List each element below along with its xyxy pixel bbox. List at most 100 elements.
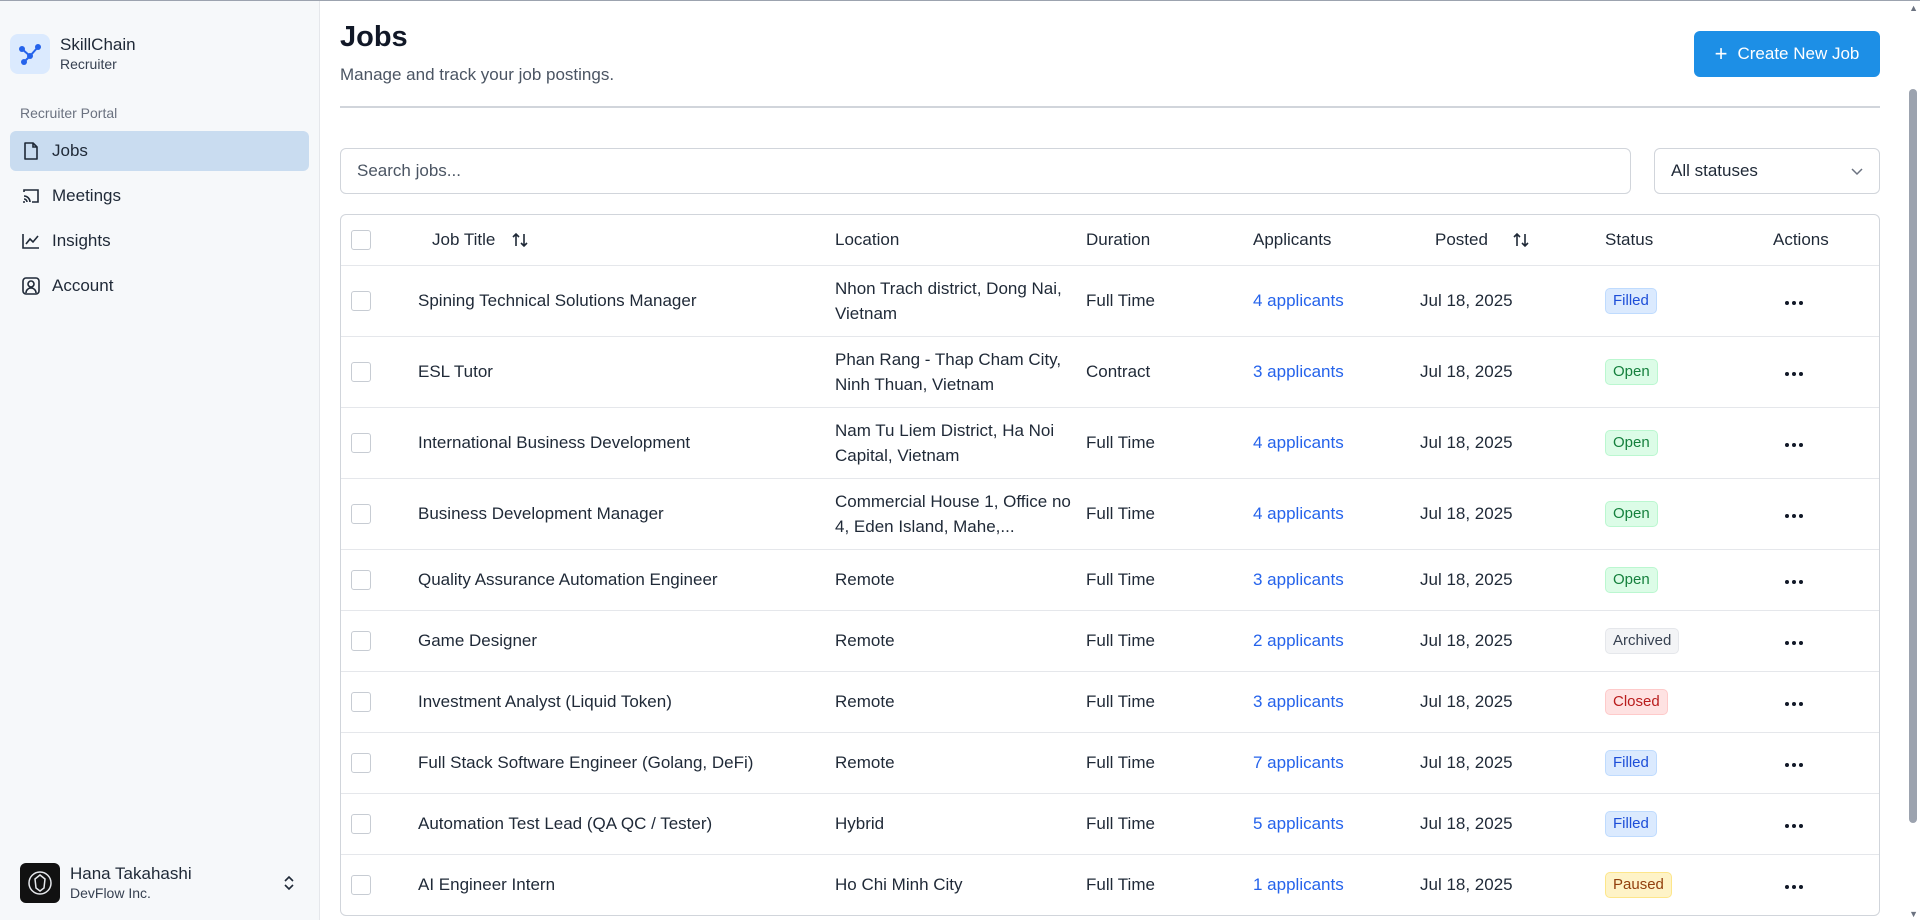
job-location: Remote <box>835 753 895 772</box>
scrollbar[interactable]: ▲ ▼ <box>1906 1 1920 920</box>
status-filter-select[interactable]: All statuses <box>1654 148 1880 194</box>
column-header-duration: Duration <box>1086 215 1253 266</box>
job-duration: Full Time <box>1086 732 1253 794</box>
applicants-link[interactable]: 5 applicants <box>1253 814 1344 833</box>
sidebar-item-label: Jobs <box>52 141 88 160</box>
table-row[interactable]: International Business Development Nam Tu… <box>341 407 1879 479</box>
applicants-link[interactable]: 3 applicants <box>1253 362 1344 381</box>
job-title[interactable]: ESL Tutor <box>418 362 493 381</box>
job-title[interactable]: Quality Assurance Automation Engineer <box>418 570 718 589</box>
job-title[interactable]: Game Designer <box>418 631 537 650</box>
create-new-job-button[interactable]: + Create New Job <box>1694 31 1880 77</box>
more-actions-icon[interactable] <box>1783 879 1805 895</box>
column-header-job-title[interactable]: Job Title <box>432 230 529 250</box>
row-checkbox[interactable] <box>351 874 371 895</box>
row-checkbox[interactable] <box>351 630 371 651</box>
page-subtitle: Manage and track your job postings. <box>340 65 615 84</box>
sidebar: SkillChain Recruiter Recruiter Portal Jo… <box>0 1 320 920</box>
job-location: Remote <box>835 631 895 650</box>
posted-date: Jul 18, 2025 <box>1420 336 1605 408</box>
sidebar-item-account[interactable]: Account <box>10 266 309 306</box>
status-badge: Filled <box>1605 287 1657 314</box>
more-actions-icon[interactable] <box>1783 295 1805 311</box>
chevron-up-down-icon[interactable] <box>279 871 299 895</box>
select-all-checkbox[interactable] <box>351 229 371 250</box>
applicants-link[interactable]: 3 applicants <box>1253 692 1344 711</box>
table-row[interactable]: Full Stack Software Engineer (Golang, De… <box>341 732 1879 794</box>
applicants-link[interactable]: 4 applicants <box>1253 291 1344 310</box>
job-title[interactable]: Business Development Manager <box>418 504 664 523</box>
more-actions-icon[interactable] <box>1783 696 1805 712</box>
sidebar-item-meetings[interactable]: Meetings <box>10 176 309 216</box>
job-title[interactable]: Investment Analyst (Liquid Token) <box>418 692 672 711</box>
more-actions-icon[interactable] <box>1783 508 1805 524</box>
posted-date: Jul 18, 2025 <box>1420 549 1605 611</box>
job-title[interactable]: Automation Test Lead (QA QC / Tester) <box>418 814 712 833</box>
applicants-link[interactable]: 3 applicants <box>1253 570 1344 589</box>
row-checkbox[interactable] <box>351 290 371 311</box>
filters-bar: All statuses <box>340 148 1880 194</box>
job-title[interactable]: AI Engineer Intern <box>418 875 555 894</box>
table-header-row: Job Title Location Duration Applicants P… <box>341 215 1879 266</box>
sort-icon <box>511 231 529 249</box>
row-checkbox[interactable] <box>351 691 371 712</box>
sidebar-item-label: Account <box>52 276 114 295</box>
cast-icon <box>22 187 40 205</box>
more-actions-icon[interactable] <box>1783 635 1805 651</box>
sidebar-item-label: Meetings <box>52 186 121 205</box>
applicants-link[interactable]: 2 applicants <box>1253 631 1344 650</box>
search-input[interactable] <box>340 148 1631 194</box>
row-checkbox[interactable] <box>351 813 371 834</box>
job-duration: Full Time <box>1086 671 1253 733</box>
brand-name: SkillChain <box>60 35 136 54</box>
job-location: Remote <box>835 692 895 711</box>
table-row[interactable]: Game Designer Remote Full Time 2 applicants… <box>341 610 1879 672</box>
plus-icon: + <box>1714 41 1728 66</box>
table-row[interactable]: Automation Test Lead (QA QC / Tester) Hyb… <box>341 793 1879 855</box>
scroll-down-icon[interactable]: ▼ <box>1909 909 1918 919</box>
row-checkbox[interactable] <box>351 361 371 382</box>
status-badge: Archived <box>1605 627 1680 654</box>
applicants-link[interactable]: 4 applicants <box>1253 504 1344 523</box>
scrollbar-thumb[interactable] <box>1909 89 1917 823</box>
user-org: DevFlow Inc. <box>70 885 151 901</box>
brand[interactable]: SkillChain Recruiter <box>0 1 319 87</box>
sidebar-section-label: Recruiter Portal <box>20 105 118 121</box>
more-actions-icon[interactable] <box>1783 818 1805 834</box>
posted-date: Jul 18, 2025 <box>1420 671 1605 733</box>
user-menu[interactable]: Hana Takahashi DevFlow Inc. <box>20 861 299 905</box>
scroll-up-icon[interactable]: ▲ <box>1909 3 1918 13</box>
row-checkbox[interactable] <box>351 569 371 590</box>
job-location: Nam Tu Liem District, Ha Noi Capital, Vi… <box>835 420 1055 465</box>
column-header-actions: Actions <box>1773 215 1879 266</box>
more-actions-icon[interactable] <box>1783 437 1805 453</box>
table-row[interactable]: Spining Technical Solutions Manager Nhon … <box>341 265 1879 337</box>
job-location: Commercial House 1, Office no 4, Eden Is… <box>835 491 1071 536</box>
job-title[interactable]: Spining Technical Solutions Manager <box>418 291 696 310</box>
applicants-link[interactable]: 4 applicants <box>1253 433 1344 452</box>
job-location: Hybrid <box>835 814 885 833</box>
job-title[interactable]: Full Stack Software Engineer (Golang, De… <box>418 753 753 772</box>
applicants-link[interactable]: 7 applicants <box>1253 753 1344 772</box>
table-row[interactable]: Business Development Manager Commercial H… <box>341 478 1879 550</box>
table-row[interactable]: AI Engineer Intern Ho Chi Minh City Full T… <box>341 854 1879 915</box>
job-title[interactable]: International Business Development <box>418 433 690 452</box>
job-duration: Full Time <box>1086 265 1253 337</box>
sidebar-item-jobs[interactable]: Jobs <box>10 131 309 171</box>
column-header-posted[interactable]: Posted <box>1435 230 1530 250</box>
applicants-link[interactable]: 1 applicants <box>1253 875 1344 894</box>
table-row[interactable]: Investment Analyst (Liquid Token) Remote F… <box>341 671 1879 733</box>
row-checkbox[interactable] <box>351 503 371 524</box>
row-checkbox[interactable] <box>351 432 371 453</box>
table-row[interactable]: ESL Tutor Phan Rang - Thap Cham City, Nin… <box>341 336 1879 408</box>
sidebar-item-insights[interactable]: Insights <box>10 221 309 261</box>
more-actions-icon[interactable] <box>1783 366 1805 382</box>
more-actions-icon[interactable] <box>1783 757 1805 773</box>
job-duration: Full Time <box>1086 793 1253 855</box>
row-checkbox[interactable] <box>351 752 371 773</box>
job-duration: Contract <box>1086 336 1253 408</box>
table-row[interactable]: Quality Assurance Automation Engineer Rem… <box>341 549 1879 611</box>
page-header: Jobs Manage and track your job postings.… <box>340 1 1880 108</box>
more-actions-icon[interactable] <box>1783 574 1805 590</box>
file-icon <box>22 142 40 160</box>
